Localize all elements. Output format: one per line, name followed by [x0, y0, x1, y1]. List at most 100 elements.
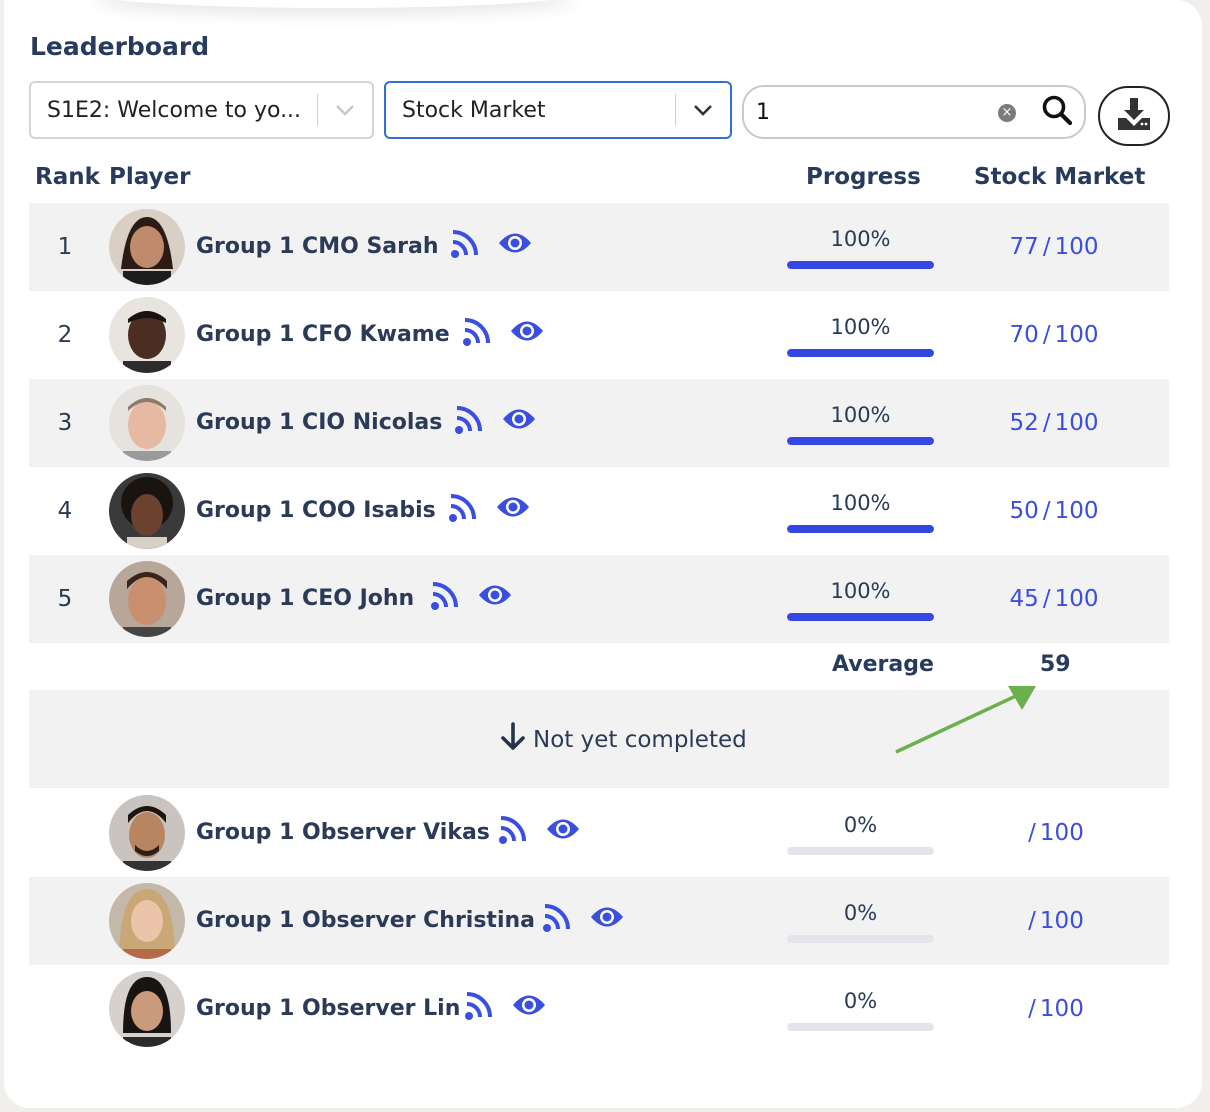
header-player: Player — [109, 164, 191, 190]
progress-text: 100% — [830, 403, 891, 427]
feed-icon[interactable] — [429, 579, 461, 615]
table-row[interactable]: 2 Group 1 CFO Kwame 100% 70/100 — [29, 291, 1169, 379]
table-row[interactable]: Group 1 Observer Lin 0% /100 — [29, 965, 1169, 1053]
download-button[interactable] — [1098, 86, 1170, 146]
score-max: 100 — [1039, 820, 1084, 846]
player-actions — [463, 989, 547, 1025]
arrow-down-icon — [499, 722, 527, 758]
rank-cell: 2 — [57, 322, 73, 348]
progress-text: 100% — [830, 579, 891, 603]
search-icon[interactable] — [1040, 93, 1074, 131]
not-completed-label: Not yet completed — [533, 727, 747, 753]
progress-bar — [787, 1023, 934, 1031]
avatar — [109, 795, 185, 871]
eye-icon[interactable] — [511, 992, 547, 1022]
annotation-arrow — [895, 686, 1036, 754]
player-actions — [449, 227, 533, 263]
score-cell[interactable]: 70/100 — [969, 291, 1139, 379]
progress-text: 100% — [830, 315, 891, 339]
chevron-down-icon[interactable] — [676, 83, 730, 137]
table-row[interactable]: Group 1 Observer Vikas 0% /100 — [29, 789, 1169, 877]
score-cell[interactable]: 52/100 — [969, 379, 1139, 467]
eye-icon[interactable] — [497, 230, 533, 260]
feed-icon[interactable] — [463, 989, 495, 1025]
rank-cell: 1 — [57, 234, 73, 260]
player-name: Group 1 CMO Sarah — [196, 234, 439, 259]
score-max: 100 — [1054, 498, 1099, 524]
progress-text: 100% — [830, 227, 891, 251]
avatar — [109, 971, 185, 1047]
eye-icon[interactable] — [589, 904, 625, 934]
player-name: Group 1 COO Isabis — [196, 498, 436, 523]
score-value: 77 — [1009, 234, 1039, 260]
feed-icon[interactable] — [461, 315, 493, 351]
feed-icon[interactable] — [497, 813, 529, 849]
clear-icon[interactable]: × — [998, 104, 1016, 122]
progress-text: 0% — [843, 901, 878, 925]
table-row[interactable]: 1 Group 1 CMO Sarah 100% 77/100 — [29, 203, 1169, 291]
table-row[interactable]: 3 Group 1 CIO Nicolas 100% 52/100 — [29, 379, 1169, 467]
chevron-down-icon[interactable] — [318, 83, 372, 137]
score-max: 100 — [1054, 586, 1099, 612]
score-cell[interactable]: /100 — [969, 877, 1139, 965]
rank-cell: 4 — [57, 498, 73, 524]
search-input[interactable] — [756, 95, 986, 129]
avatar — [109, 209, 185, 285]
page-title: Leaderboard — [30, 32, 210, 61]
score-cell[interactable]: /100 — [969, 965, 1139, 1053]
category-select[interactable]: Stock Market — [384, 81, 732, 139]
progress-bar — [787, 261, 934, 269]
score-value: 70 — [1009, 322, 1039, 348]
search-box[interactable]: × — [742, 85, 1086, 139]
eye-icon[interactable] — [501, 406, 537, 436]
feed-icon[interactable] — [447, 491, 479, 527]
table-row[interactable]: 4 Group 1 COO Isabis 100% 50/100 — [29, 467, 1169, 555]
progress-text: 0% — [843, 989, 878, 1013]
player-name: Group 1 Observer Lin — [196, 996, 461, 1021]
score-max: 100 — [1054, 234, 1099, 260]
eye-icon[interactable] — [545, 816, 581, 846]
score-cell[interactable]: 50/100 — [969, 467, 1139, 555]
player-actions — [461, 315, 545, 351]
score-cell[interactable]: 45/100 — [969, 555, 1139, 643]
header-rank: Rank — [35, 164, 100, 190]
player-actions — [453, 403, 537, 439]
avatar — [109, 561, 185, 637]
table-row[interactable]: Group 1 Observer Christina 0% /100 — [29, 877, 1169, 965]
player-actions — [447, 491, 531, 527]
score-cell[interactable]: 77/100 — [969, 203, 1139, 291]
player-name: Group 1 CIO Nicolas — [196, 410, 443, 435]
progress-bar — [787, 935, 934, 943]
episode-select-value: S1E2: Welcome to yo... — [47, 97, 302, 123]
header-stock-market: Stock Market — [974, 164, 1146, 190]
score-value: 50 — [1009, 498, 1039, 524]
category-select-value: Stock Market — [402, 97, 546, 123]
header-progress: Progress — [806, 164, 921, 190]
average-label: Average — [832, 652, 934, 677]
rank-cell: 5 — [57, 586, 73, 612]
eye-icon[interactable] — [509, 318, 545, 348]
progress-bar — [787, 349, 934, 357]
progress-bar — [787, 437, 934, 445]
avatar — [109, 473, 185, 549]
table-row[interactable]: 5 Group 1 CEO John 100% 45/100 — [29, 555, 1169, 643]
player-name: Group 1 CFO Kwame — [196, 322, 450, 347]
eye-icon[interactable] — [495, 494, 531, 524]
player-name: Group 1 Observer Vikas — [196, 820, 490, 845]
score-max: 100 — [1039, 908, 1084, 934]
progress-bar — [787, 613, 934, 621]
progress-bar — [787, 525, 934, 533]
eye-icon[interactable] — [477, 582, 513, 612]
score-max: 100 — [1054, 410, 1099, 436]
feed-icon[interactable] — [453, 403, 485, 439]
player-name: Group 1 CEO John — [196, 586, 415, 611]
feed-icon[interactable] — [449, 227, 481, 263]
feed-icon[interactable] — [541, 901, 573, 937]
score-value: 52 — [1009, 410, 1039, 436]
download-icon — [1116, 96, 1152, 136]
progress-text: 0% — [843, 813, 878, 837]
score-cell[interactable]: /100 — [969, 789, 1139, 877]
avatar — [109, 883, 185, 959]
episode-select[interactable]: S1E2: Welcome to yo... — [29, 81, 374, 139]
avatar — [109, 297, 185, 373]
